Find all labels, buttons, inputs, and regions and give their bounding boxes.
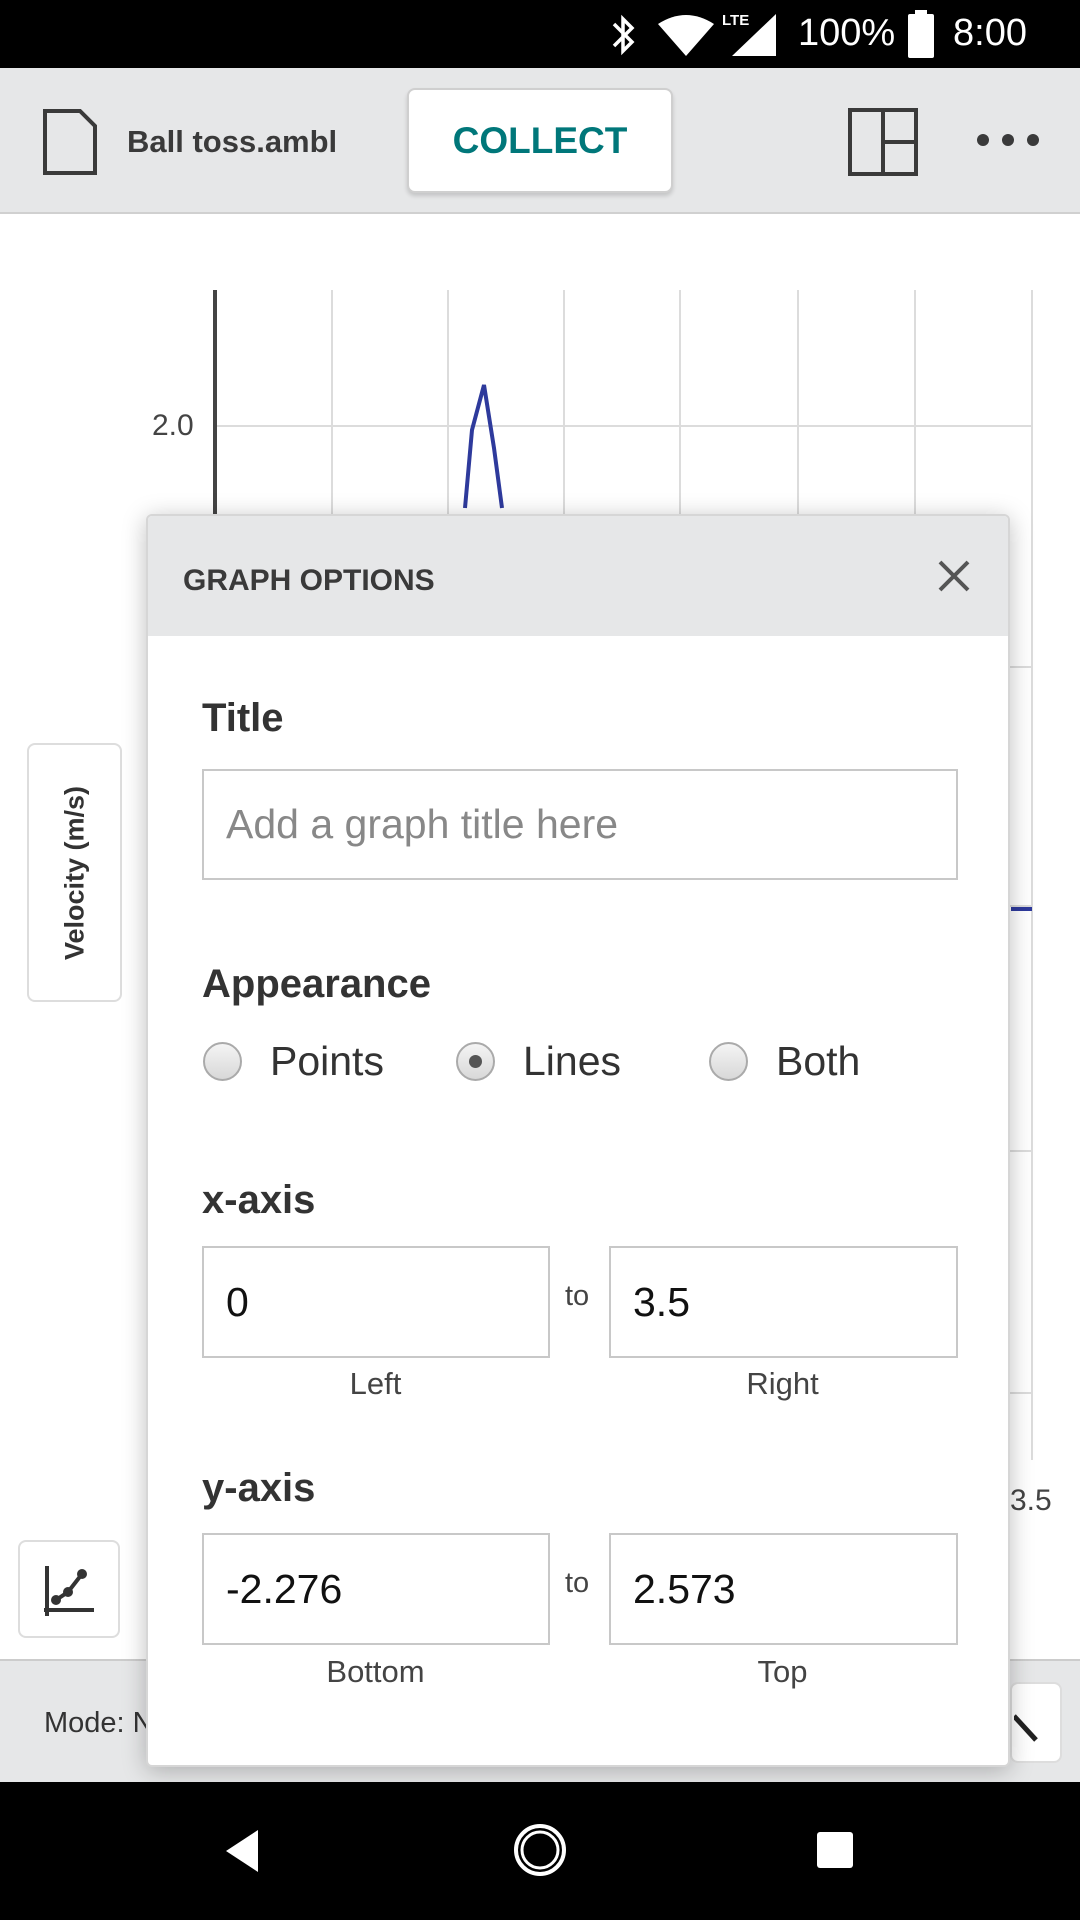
title-placeholder: Add a graph title here bbox=[226, 801, 619, 847]
y-tick-label: 2.0 bbox=[152, 409, 194, 442]
wifi-icon bbox=[658, 15, 714, 56]
graph-options-icon bbox=[44, 1566, 94, 1616]
mode-text[interactable]: Mode: N bbox=[44, 1707, 154, 1740]
more-icon[interactable] bbox=[975, 130, 1041, 150]
graph-options-dialog: GRAPH OPTIONS Title Add a graph title he… bbox=[146, 514, 1010, 1767]
y-axis-label: Velocity (m/s) bbox=[59, 785, 89, 960]
dialog-header: GRAPH OPTIONS bbox=[148, 516, 1008, 636]
x-axis-label: x-axis bbox=[202, 1178, 316, 1222]
file-name[interactable]: Ball toss.ambl bbox=[127, 124, 337, 160]
title-input[interactable]: Add a graph title here bbox=[202, 769, 958, 880]
data-line bbox=[463, 384, 504, 509]
dialog-title: GRAPH OPTIONS bbox=[183, 564, 435, 597]
y-axis-top-input[interactable]: 2.573 bbox=[609, 1533, 958, 1645]
x-axis-left-caption: Left bbox=[349, 1366, 402, 1401]
radio-points-label[interactable]: Points bbox=[270, 1038, 384, 1085]
battery-percent: 100% bbox=[798, 12, 896, 54]
radio-lines[interactable] bbox=[456, 1042, 495, 1081]
x-axis-left-input[interactable]: 0 bbox=[202, 1246, 550, 1358]
y-axis-top-caption: Top bbox=[757, 1654, 808, 1689]
signal-icon bbox=[732, 14, 776, 56]
x-axis-to: to bbox=[565, 1280, 590, 1312]
app-header: Ball toss.ambl COLLECT bbox=[0, 68, 1080, 214]
y-axis-bottom-input[interactable]: -2.276 bbox=[202, 1533, 550, 1645]
file-icon[interactable] bbox=[42, 108, 98, 176]
x-tick-label: 3.5 bbox=[1010, 1484, 1052, 1517]
home-icon[interactable] bbox=[512, 1822, 568, 1878]
appearance-label: Appearance bbox=[202, 962, 431, 1006]
layout-icon[interactable] bbox=[848, 108, 918, 176]
recents-icon[interactable] bbox=[815, 1830, 855, 1870]
close-icon[interactable] bbox=[934, 556, 974, 596]
x-axis-right-caption: Right bbox=[746, 1366, 819, 1401]
search-icon bbox=[1014, 1714, 1038, 1742]
collect-button[interactable]: COLLECT bbox=[407, 88, 673, 193]
bluetooth-icon bbox=[612, 14, 635, 56]
radio-lines-label[interactable]: Lines bbox=[523, 1038, 621, 1085]
y-axis-to: to bbox=[565, 1567, 590, 1599]
battery-icon bbox=[908, 10, 934, 58]
clock: 8:00 bbox=[953, 12, 1027, 54]
back-icon[interactable] bbox=[222, 1828, 262, 1874]
popover-pointer bbox=[122, 1566, 148, 1612]
radio-both[interactable] bbox=[709, 1042, 748, 1081]
title-label: Title bbox=[202, 696, 284, 740]
radio-both-label[interactable]: Both bbox=[776, 1038, 860, 1085]
y-axis-bottom-caption: Bottom bbox=[326, 1654, 425, 1689]
navigation-bar bbox=[0, 1782, 1080, 1920]
radio-points[interactable] bbox=[203, 1042, 242, 1081]
x-axis-right-input[interactable]: 3.5 bbox=[609, 1246, 958, 1358]
graph-tools-button[interactable] bbox=[18, 1540, 120, 1638]
y-axis-label-button[interactable]: Velocity (m/s) bbox=[27, 743, 122, 1002]
y-axis-label: y-axis bbox=[202, 1466, 316, 1510]
status-bar: LTE 100% 8:00 bbox=[0, 0, 1080, 68]
tool-button[interactable] bbox=[1010, 1682, 1062, 1763]
